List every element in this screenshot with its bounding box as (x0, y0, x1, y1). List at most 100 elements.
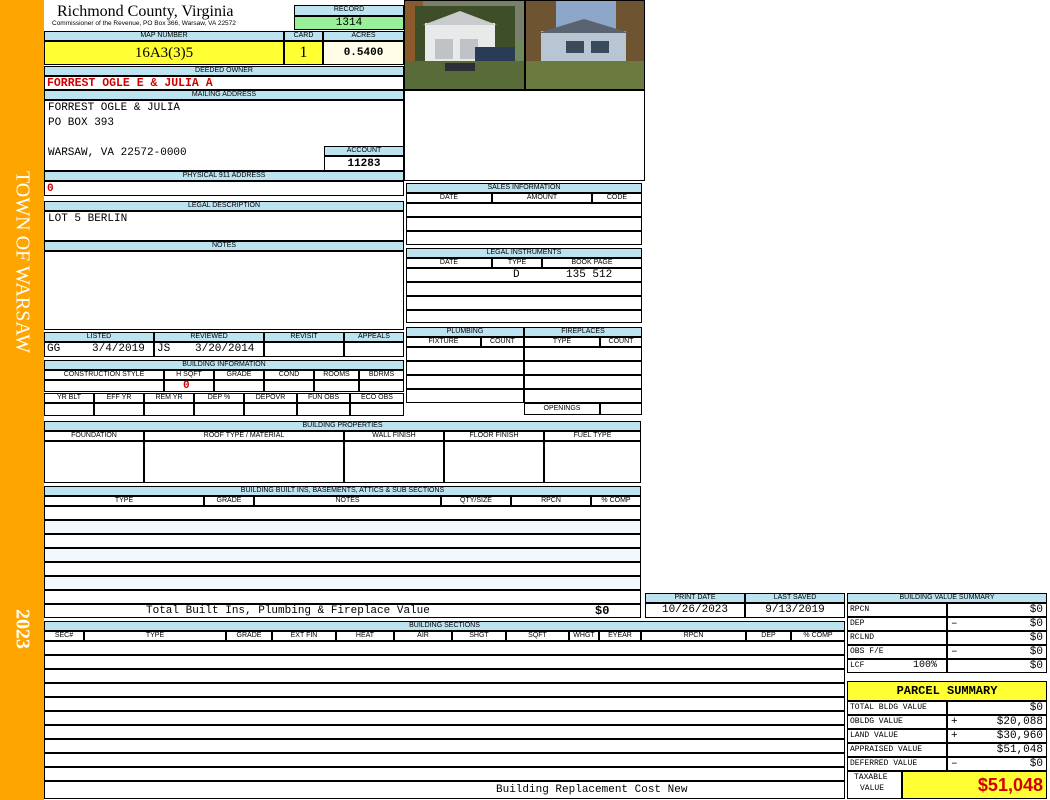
revisit-cell (264, 342, 344, 357)
parcel-value: $30,960 (996, 730, 1043, 742)
bvs-sign: – (951, 646, 958, 658)
bi-col-yrblt: YR BLT (44, 393, 94, 403)
owner-header: DEEDED OWNER (44, 66, 404, 76)
reviewed-header: REVIEWED (154, 332, 264, 342)
parcel-value-cell: $51,048 (947, 743, 1047, 757)
parcel-label: TOTAL BLDG VALUE (847, 701, 947, 715)
prop-col-foundation: FOUNDATION (44, 431, 144, 441)
bvs-label: RCLND (847, 631, 947, 645)
properties-header: BUILDING PROPERTIES (44, 421, 641, 431)
sales-row (406, 231, 642, 245)
bvs-value: $0 (1029, 632, 1043, 644)
account-header: ACCOUNT (324, 146, 404, 156)
sec-col-whgt: WHGT (569, 631, 599, 641)
parcel-label: OBLDG VALUE (847, 715, 947, 729)
bi2-col-notes: NOTES (254, 496, 441, 506)
mailing-header: MAILING ADDRESS (44, 90, 404, 100)
print-date-value: 10/26/2023 (645, 603, 745, 618)
builtins-header: BUILDING BUILT INS, BASEMENTS, ATTICS & … (44, 486, 641, 496)
property-photo-2 (525, 0, 645, 90)
bi-col-construction: CONSTRUCTION STYLE (44, 370, 164, 380)
instruments-row (406, 310, 642, 323)
last-saved-value: 9/13/2019 (745, 603, 845, 618)
bi-col-grade: GRADE (214, 370, 264, 380)
parcel-sign: + (951, 730, 958, 742)
section-row (44, 683, 845, 697)
map-number-header: MAP NUMBER (44, 31, 284, 41)
parcel-label: DEFERRED VALUE (847, 757, 947, 771)
bi2-col-comp: % COMP (591, 496, 641, 506)
account-value: 11283 (324, 156, 404, 171)
bvs-value-cell: $0 (947, 659, 1047, 673)
sec-col-dep: DEP (746, 631, 791, 641)
bi-col-effyr: EFF YR (94, 393, 144, 403)
bvs-value-cell: – $0 (947, 645, 1047, 659)
parcel-value-cell: + $30,960 (947, 729, 1047, 743)
bvs-label: DEP (847, 617, 947, 631)
openings-label: OPENINGS (524, 403, 600, 415)
bi-col-dep: DEP % (194, 393, 244, 403)
instrument-book-page: 135 512 (566, 269, 613, 281)
parcel-row: APPRAISED VALUE $51,048 (847, 743, 1047, 757)
sales-row (406, 217, 642, 231)
bvs-value: $0 (1029, 618, 1043, 630)
sales-col-amount: AMOUNT (492, 193, 592, 203)
bi-col-rooms: ROOMS (314, 370, 359, 380)
year-label: 2023 (11, 609, 34, 649)
bi2-col-type: TYPE (44, 496, 204, 506)
sec-col-air: AIR (394, 631, 452, 641)
building-info-header: BUILDING INFORMATION (44, 360, 404, 370)
bvs-value-cell: – $0 (947, 617, 1047, 631)
bvs-header: BUILDING VALUE SUMMARY (847, 593, 1047, 603)
card-value: 1 (284, 41, 323, 65)
instruments-row (406, 296, 642, 310)
parcel-value-cell: – $0 (947, 757, 1047, 771)
bvs-label: RPCN (847, 603, 947, 617)
mailing-line1: FORREST OGLE & JULIA (48, 102, 181, 114)
section-row (44, 697, 845, 711)
commissioner-address: Commissioner of the Revenue, PO Box 366,… (52, 20, 236, 27)
instruments-col-bookpage: BOOK PAGE (542, 258, 642, 268)
bvs-row: LCF 100% $0 (847, 659, 1047, 673)
last-saved-header: LAST SAVED (745, 593, 845, 603)
parcel-row: DEFERRED VALUE – $0 (847, 757, 1047, 771)
bvs-value-cell: $0 (947, 631, 1047, 645)
parcel-value: $0 (1029, 758, 1043, 770)
prop-col-wall: WALL FINISH (344, 431, 444, 441)
parcel-row: LAND VALUE + $30,960 (847, 729, 1047, 743)
notes-header: NOTES (44, 241, 404, 251)
parcel-row: TOTAL BLDG VALUE $0 (847, 701, 1047, 715)
property-photo-1 (404, 0, 525, 90)
acres-value: 0.5400 (323, 41, 404, 65)
bi2-col-grade: GRADE (204, 496, 254, 506)
builtins-row (44, 562, 641, 576)
builtins-row (44, 506, 641, 520)
reviewed-date: 3/20/2014 (195, 343, 255, 355)
map-number-value: 16A3(3)5 (44, 41, 284, 65)
prop-col-roof: ROOF TYPE / MATERIAL (144, 431, 344, 441)
bvs-row: RPCN $0 (847, 603, 1047, 617)
town-label: TOWN OF WARSAW (11, 170, 34, 354)
replacement-cost-label: Building Replacement Cost New (496, 784, 688, 796)
parcel-value-cell: + $20,088 (947, 715, 1047, 729)
card-header: CARD (284, 31, 323, 41)
taxable-label-1: TAXABLE (854, 773, 888, 782)
county-title: Richmond County, Virginia (57, 3, 234, 20)
reviewed-by: JS (157, 343, 171, 355)
legal-description-header: LEGAL DESCRIPTION (44, 201, 404, 211)
parcel-summary-header: PARCEL SUMMARY (847, 681, 1047, 701)
sec-col-rpcn: RPCN (641, 631, 746, 641)
print-date-header: PRINT DATE (645, 593, 745, 603)
builtins-total-value: $0 (595, 604, 610, 618)
builtins-row (44, 520, 641, 534)
section-row (44, 641, 845, 655)
sales-col-date: DATE (406, 193, 492, 203)
section-row (44, 669, 845, 683)
bvs-label: OBS F/E (847, 645, 947, 659)
bvs-row: OBS F/E – $0 (847, 645, 1047, 659)
parcel-value: $51,048 (996, 744, 1043, 756)
instruments-col-type: TYPE (492, 258, 542, 268)
taxable-label-2: VALUE (860, 784, 885, 793)
sales-row (406, 203, 642, 217)
bvs-value: $0 (1029, 604, 1043, 616)
